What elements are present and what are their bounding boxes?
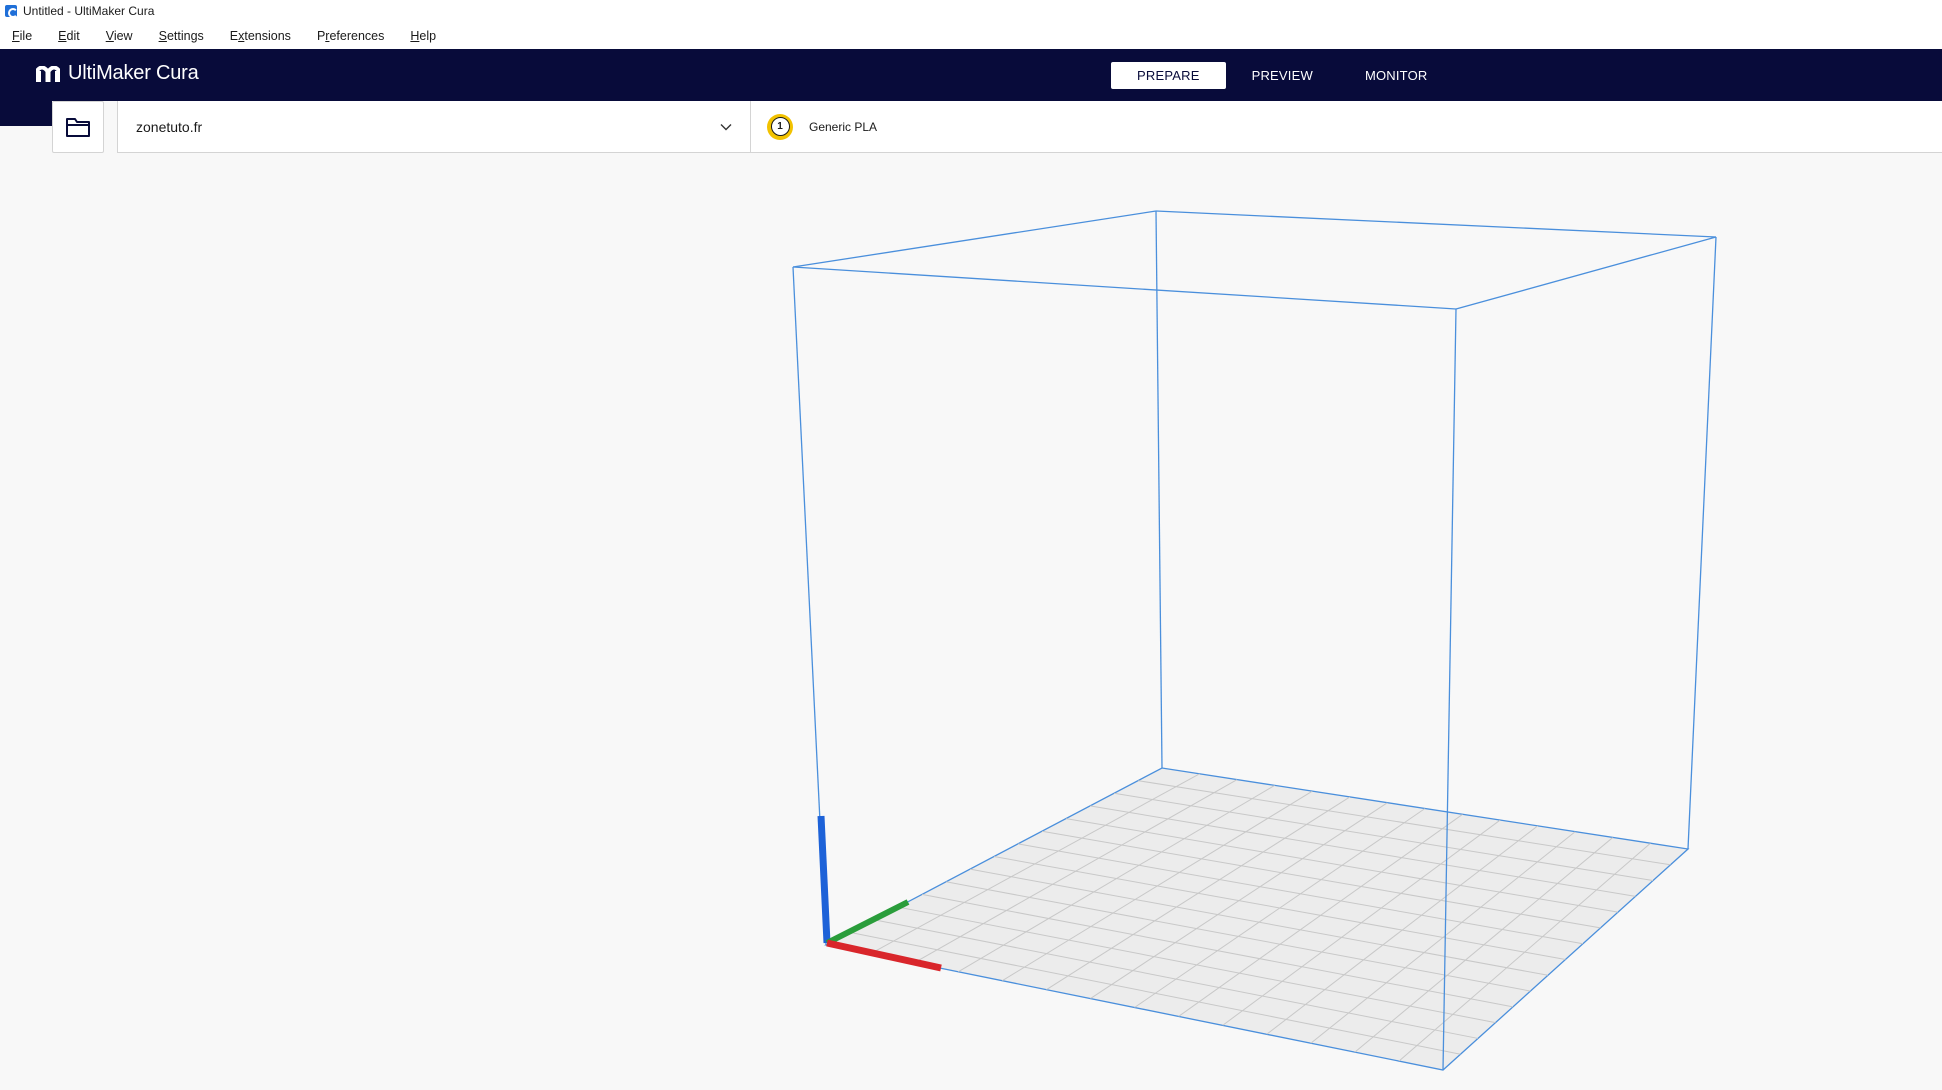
printer-name: zonetuto.fr bbox=[136, 118, 203, 135]
printer-selector[interactable]: zonetuto.fr bbox=[118, 100, 751, 153]
open-file-button[interactable] bbox=[52, 101, 104, 153]
ultimaker-logo-icon bbox=[36, 65, 60, 82]
menu-file[interactable]: File bbox=[12, 29, 32, 43]
menu-settings[interactable]: Settings bbox=[159, 29, 204, 43]
menu-view[interactable]: View bbox=[106, 29, 133, 43]
cura-app-icon bbox=[5, 5, 18, 18]
folder-icon bbox=[66, 118, 90, 137]
extruder-number: 1 bbox=[770, 117, 790, 136]
brand-name: UltiMaker Cura bbox=[68, 62, 199, 84]
brand-logo: UltiMaker Cura bbox=[36, 62, 199, 85]
tab-preview[interactable]: PREVIEW bbox=[1226, 62, 1339, 89]
menu-bar: File Edit View Settings Extensions Prefe… bbox=[0, 22, 1942, 49]
window-titlebar: Untitled - UltiMaker Cura bbox=[0, 0, 1942, 22]
material-name: Generic PLA bbox=[809, 119, 878, 134]
menu-edit[interactable]: Edit bbox=[58, 29, 80, 43]
machine-toolbar: zonetuto.fr 1 Generic PLA bbox=[117, 100, 1942, 153]
3d-viewport[interactable] bbox=[0, 153, 1942, 1090]
build-plate bbox=[824, 767, 1690, 1071]
menu-preferences[interactable]: Preferences bbox=[317, 29, 384, 43]
material-selector[interactable]: 1 Generic PLA bbox=[751, 101, 877, 153]
chevron-down-icon bbox=[720, 123, 732, 130]
z-axis bbox=[817, 815, 831, 944]
tab-prepare[interactable]: PREPARE bbox=[1111, 62, 1226, 89]
menu-help[interactable]: Help bbox=[410, 29, 436, 43]
menu-extensions[interactable]: Extensions bbox=[230, 29, 291, 43]
header-extension bbox=[0, 101, 52, 126]
tab-monitor[interactable]: MONITOR bbox=[1339, 62, 1454, 89]
extruder-badge: 1 bbox=[767, 113, 793, 140]
window-title: Untitled - UltiMaker Cura bbox=[23, 4, 155, 18]
app-header: UltiMaker Cura PREPARE PREVIEW MONITOR bbox=[0, 49, 1942, 101]
stage-tabs: PREPARE PREVIEW MONITOR bbox=[1111, 62, 1454, 89]
